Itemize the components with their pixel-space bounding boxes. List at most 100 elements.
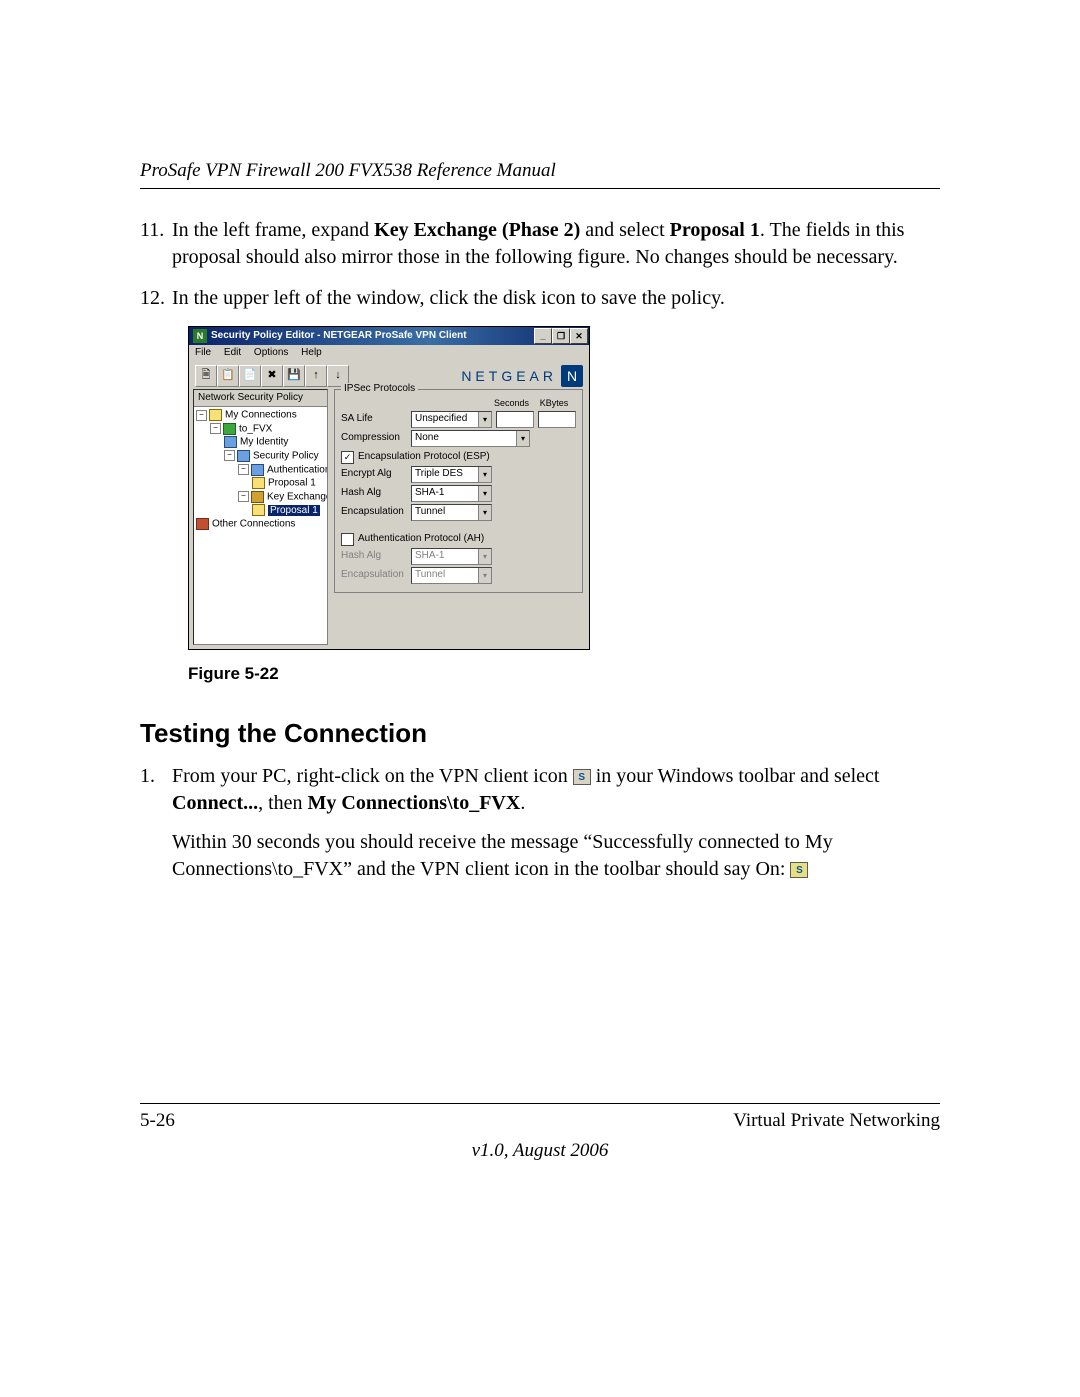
esp-label: Encapsulation Protocol (ESP) [358,451,490,463]
copy-icon[interactable]: 📋 [217,365,239,387]
tree-my-identity[interactable]: My Identity [224,436,325,449]
chapter-title: Virtual Private Networking [733,1110,940,1132]
proposal-icon [252,477,265,489]
policy-icon [237,450,250,462]
move-up-icon[interactable]: ↑ [305,365,327,387]
menu-help[interactable]: Help [301,347,322,358]
ah-hash-alg-select: SHA-1 [411,548,492,565]
col-kbytes: KBytes [534,398,574,409]
key-icon [251,491,264,503]
delete-icon[interactable]: ✖ [261,365,283,387]
ah-hash-alg-label: Hash Alg [341,550,411,562]
step-number: 12. [140,285,172,312]
compression-label: Compression [341,432,411,444]
tree-label: Security Policy [253,451,319,462]
tree-label: Authentication (Phase 1) [267,464,328,475]
sa-life-label: SA Life [341,413,411,425]
vpn-client-tray-icon-on: S [790,862,808,878]
step-11: 11. In the left frame, expand Key Exchan… [140,217,940,271]
logo-mark-icon: N [561,365,583,387]
paste-icon[interactable]: 📄 [239,365,261,387]
globe-icon [223,423,236,435]
save-icon[interactable]: 💾 [283,365,305,387]
footer-version: v1.0, August 2006 [140,1140,940,1162]
sa-life-seconds-input[interactable] [496,411,534,428]
text: in your Windows toolbar and select [591,765,880,787]
compression-select[interactable]: None [411,430,530,447]
text: From your PC, right-click on the VPN cli… [172,765,573,787]
text: . [520,792,525,814]
ah-encapsulation-label: Encapsulation [341,569,411,581]
new-doc-icon[interactable]: 🗎 [195,365,217,387]
tree-auth-phase1[interactable]: − Authentication (Phase 1) Proposal 1 [238,464,325,490]
collapse-icon[interactable]: − [224,450,235,461]
menu-edit[interactable]: Edit [224,347,241,358]
step-12: 12. In the upper left of the window, cli… [140,285,940,312]
collapse-icon[interactable]: − [210,423,221,434]
tree-security-policy[interactable]: −Security Policy −Authentication (Phase … [224,450,325,517]
vpn-client-tray-icon: S [573,769,591,785]
text: Within 30 seconds you should receive the… [172,831,833,880]
text: In the upper left of the window, click t… [172,285,940,312]
menu-options[interactable]: Options [254,347,288,358]
figure-caption: Figure 5-22 [188,664,940,684]
identity-icon [224,436,237,448]
tree-label: My Identity [240,437,288,448]
col-seconds: Seconds [491,398,531,409]
encapsulation-select[interactable]: Tunnel [411,504,492,521]
tree-label: Proposal 1 [268,478,316,489]
window-title: Security Policy Editor - NETGEAR ProSafe… [211,330,534,342]
figure-5-22: N Security Policy Editor - NETGEAR ProSa… [188,326,940,684]
phase-icon [251,464,264,476]
tree-proposal1-phase2[interactable]: Proposal 1 [252,504,325,517]
app-icon: N [193,329,207,343]
step-number: 1. [140,763,172,883]
tree-label: My Connections [225,410,297,421]
ah-checkbox[interactable] [341,533,354,546]
policy-tree-pane: Network Security Policy −My Connections … [193,389,328,645]
encapsulation-label: Encapsulation [341,506,411,518]
close-icon[interactable]: ✕ [570,328,588,344]
text-bold: Connect... [172,792,258,814]
tree-my-connections[interactable]: −My Connections −to_FVX My Identity −Sec… [196,409,325,517]
menu-file[interactable]: File [195,347,211,358]
collapse-icon[interactable]: − [238,464,249,475]
other-icon [196,518,209,530]
menubar: File Edit Options Help [189,345,589,361]
page-number: 5-26 [140,1110,175,1132]
collapse-icon[interactable]: − [238,491,249,502]
restore-icon[interactable]: ❐ [552,328,570,344]
section-heading: Testing the Connection [140,718,940,749]
esp-checkbox[interactable]: ✓ [341,451,354,464]
text: In the left frame, expand [172,219,374,241]
text: and select [580,219,669,241]
text-bold: Proposal 1 [670,219,760,241]
hash-alg-select[interactable]: SHA-1 [411,485,492,502]
group-legend: IPSec Protocols [341,383,418,395]
sa-life-kbytes-input[interactable] [538,411,576,428]
ah-label: Authentication Protocol (AH) [358,533,484,545]
sa-life-select[interactable]: Unspecified [411,411,492,428]
step-number: 11. [140,217,172,271]
window-titlebar: N Security Policy Editor - NETGEAR ProSa… [189,327,589,345]
tree-label: to_FVX [239,423,272,434]
collapse-icon[interactable]: − [196,410,207,421]
tree-other-connections[interactable]: Other Connections [196,518,325,531]
ipsec-protocols-group: IPSec Protocols Seconds KBytes SA Life U… [334,389,583,593]
footer-rule: 5-26 Virtual Private Networking v1.0, Au… [140,1103,940,1162]
encrypt-alg-label: Encrypt Alg [341,468,411,480]
tree-label: Other Connections [212,519,295,530]
page-header: ProSafe VPN Firewall 200 FVX538 Referenc… [140,160,940,189]
tree-to-fvx[interactable]: −to_FVX My Identity −Security Policy [210,423,325,517]
tree-label: Key Exchange (Phase 2) [267,491,328,502]
proposal-details-pane: IPSec Protocols Seconds KBytes SA Life U… [332,389,589,649]
netgear-logo: NETGEAR N [461,365,583,387]
text: , then [258,792,307,814]
tree-key-exchange-phase2[interactable]: − Key Exchange (Phase 2) Proposal 1 [238,491,325,517]
tree-proposal1-phase1[interactable]: Proposal 1 [252,477,325,490]
logo-text: NETGEAR [461,368,557,385]
ah-encapsulation-select: Tunnel [411,567,492,584]
text-bold: Key Exchange (Phase 2) [374,219,580,241]
encrypt-alg-select[interactable]: Triple DES [411,466,492,483]
minimize-icon[interactable]: _ [534,328,552,344]
